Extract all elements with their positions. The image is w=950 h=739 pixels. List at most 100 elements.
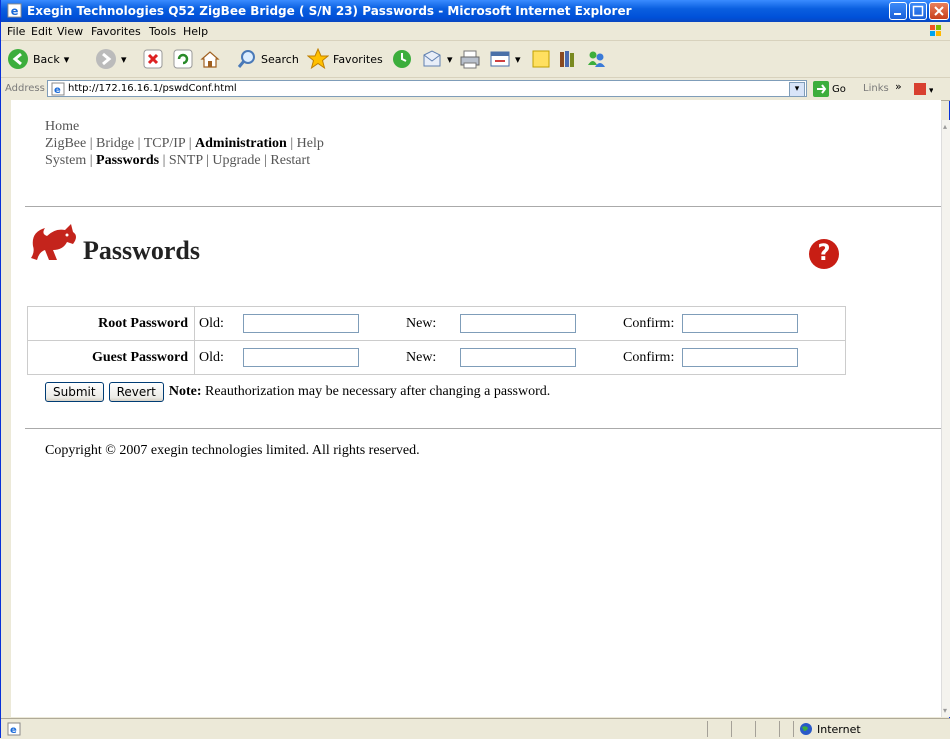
window-title: Exegin Technologies Q52 ZigBee Bridge ( … [27, 4, 632, 18]
nav-zigbee[interactable]: ZigBee [45, 136, 86, 151]
svg-text:e: e [54, 85, 61, 96]
vertical-scrollbar[interactable]: ▴ ▾ [941, 120, 950, 717]
scroll-down-icon[interactable]: ▾ [943, 706, 947, 715]
nav-separator: | [206, 153, 209, 168]
page-status-icon: e [7, 722, 21, 736]
windows-flag-icon [930, 25, 941, 36]
maximize-button[interactable] [909, 2, 927, 20]
browser-window: e Exegin Technologies Q52 ZigBee Bridge … [0, 0, 950, 739]
back-button[interactable]: Back ▾ [7, 47, 69, 71]
scroll-up-icon[interactable]: ▴ [943, 122, 947, 131]
home-button[interactable] [199, 47, 221, 71]
revert-button[interactable]: Revert [108, 382, 164, 402]
exegin-logo-icon [31, 224, 76, 260]
toolbar-extension-icon[interactable]: ▾ [913, 81, 933, 97]
copyright-text: Copyright © 2007 exegin technologies lim… [45, 443, 420, 458]
title-bar: e Exegin Technologies Q52 ZigBee Bridge … [1, 0, 950, 22]
favorites-button[interactable]: Favorites [307, 47, 383, 71]
old-label: Old: [199, 315, 224, 331]
status-divider [731, 721, 732, 737]
forward-button[interactable]: ▾ [95, 47, 127, 71]
zone-label: Internet [817, 722, 861, 736]
chevron-down-icon: ▾ [515, 52, 521, 66]
mail-button[interactable]: ▾ [421, 47, 453, 71]
content-top-pad [11, 100, 941, 120]
divider [25, 428, 941, 429]
note: Note: Reauthorization may be necessary a… [169, 384, 550, 400]
menu-view[interactable]: View [57, 25, 83, 38]
history-button[interactable] [391, 47, 413, 71]
history-icon [393, 50, 411, 68]
forward-arrow-icon [96, 49, 116, 69]
menu-tools[interactable]: Tools [149, 25, 176, 38]
guest-old-input[interactable] [243, 348, 359, 367]
menu-file[interactable]: File [7, 25, 25, 38]
svg-text:e: e [10, 725, 17, 736]
discuss-button[interactable] [531, 47, 551, 71]
address-input[interactable]: e http://172.16.16.1/pswdConf.html ▾ [47, 80, 807, 97]
nav-administration[interactable]: Administration [195, 136, 287, 151]
printer-icon [460, 50, 480, 69]
nav-separator: | [264, 153, 267, 168]
minimize-button[interactable] [889, 2, 907, 20]
note-text: Reauthorization may be necessary after c… [205, 384, 551, 399]
nav-restart[interactable]: Restart [270, 153, 310, 168]
nav-upgrade[interactable]: Upgrade [212, 153, 260, 168]
breadcrumb-nav: Home ZigBee | Bridge | TCP/IP | Administ… [45, 120, 324, 169]
search-button[interactable]: Search [237, 47, 299, 71]
nav-sntp[interactable]: SNTP [169, 153, 203, 168]
search-label: Search [261, 52, 299, 66]
research-button[interactable] [557, 47, 579, 71]
print-button[interactable] [459, 47, 481, 71]
close-button[interactable] [929, 2, 949, 20]
address-dropdown-icon[interactable]: ▾ [789, 82, 805, 97]
refresh-icon [173, 49, 193, 69]
confirm-label: Confirm: [623, 349, 675, 365]
chevron-right-icon[interactable]: » [895, 80, 902, 93]
status-divider [779, 721, 780, 737]
divider [25, 206, 941, 207]
nav-help[interactable]: Help [297, 136, 324, 151]
search-icon [237, 50, 255, 68]
new-label: New: [406, 315, 437, 331]
status-divider [707, 721, 708, 737]
chevron-down-icon: ▾ [121, 52, 127, 66]
guest-password-label: Guest Password [27, 340, 195, 375]
root-password-fields: Old: New: Confirm: [194, 306, 846, 341]
nav-bridge[interactable]: Bridge [96, 136, 134, 151]
nav-passwords[interactable]: Passwords [96, 153, 159, 168]
nav-home[interactable]: Home [45, 120, 79, 134]
refresh-button[interactable] [173, 47, 193, 71]
nav-separator: | [89, 153, 93, 168]
messenger-button[interactable] [585, 47, 607, 71]
guest-confirm-input[interactable] [682, 348, 798, 367]
left-frame-edge [1, 100, 11, 717]
help-icon[interactable]: ? [809, 239, 839, 269]
new-label: New: [406, 349, 437, 365]
go-button[interactable]: Go [813, 81, 846, 97]
research-icon [560, 51, 574, 67]
links-label[interactable]: Links [863, 83, 889, 94]
stop-button[interactable] [143, 47, 163, 71]
root-old-input[interactable] [243, 314, 359, 333]
old-label: Old: [199, 349, 224, 365]
page-icon: e [51, 82, 65, 96]
guest-new-input[interactable] [460, 348, 576, 367]
menu-help[interactable]: Help [183, 25, 208, 38]
home-icon [200, 51, 220, 68]
menu-edit[interactable]: Edit [31, 25, 52, 38]
root-confirm-input[interactable] [682, 314, 798, 333]
root-new-input[interactable] [460, 314, 576, 333]
back-arrow-icon [8, 49, 28, 69]
submit-button[interactable]: Submit [45, 382, 104, 402]
note-icon [532, 50, 550, 68]
address-url: http://172.16.16.1/pswdConf.html [68, 83, 237, 94]
status-bar: e Internet [1, 718, 950, 739]
edit-button[interactable]: ▾ [489, 47, 521, 71]
nav-tcpip[interactable]: TCP/IP [144, 136, 186, 151]
nav-system[interactable]: System [45, 153, 86, 168]
edit-page-icon [490, 51, 510, 67]
go-arrow-icon [813, 81, 829, 97]
toolbar: Back ▾ ▾ Search Favorites ▾ ▾ [1, 41, 950, 78]
menu-favorites[interactable]: Favorites [91, 25, 141, 38]
